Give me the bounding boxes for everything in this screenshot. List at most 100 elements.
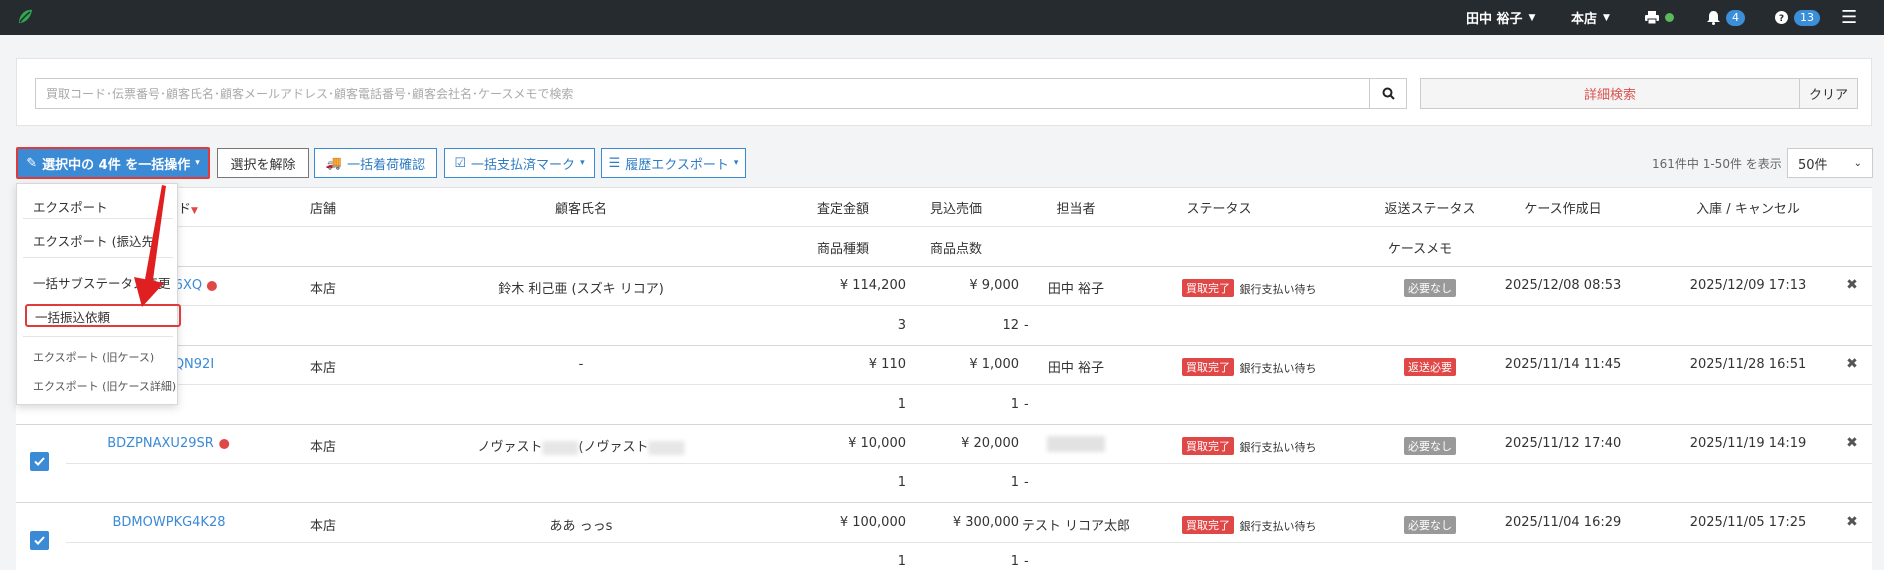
assess-cell: ¥ 10,000 [848, 436, 906, 451]
edit-icon: ✎ [26, 155, 38, 171]
notifications-button[interactable]: 4 [1707, 0, 1745, 35]
status-badge: 買取完了 [1182, 279, 1234, 297]
case-code-link[interactable]: BDMOWPKG4K28 [112, 515, 225, 530]
divider [66, 463, 1872, 464]
header-assess: 査定金額 [816, 202, 870, 217]
store-name: 本店 [1571, 12, 1598, 27]
status-badge: 買取完了 [1182, 516, 1234, 534]
item-count-cell: 1 [1010, 554, 1019, 569]
search-panel: 買取コード･伝票番号･顧客氏名･顧客メールアドレス･顧客電話番号･顧客会社名･ケ… [16, 58, 1872, 126]
divider [16, 226, 1872, 227]
printer-status[interactable] [1645, 0, 1674, 35]
user-menu[interactable]: 田中 裕子 ▼ [1466, 0, 1535, 35]
notification-count-badge: 4 [1726, 9, 1745, 26]
result-count-text: 161件中 1-50件 を表示 [1652, 157, 1782, 171]
header-customer: 顧客氏名 [554, 202, 608, 217]
sale-cell: ¥ 1,000 [969, 357, 1019, 372]
hamburger-menu-icon[interactable]: ☰ [1841, 0, 1857, 35]
staff-cell: テスト リコア太郎 [1021, 519, 1131, 534]
divider [23, 336, 173, 337]
close-icon[interactable]: ✖ [1846, 356, 1858, 372]
chevron-down-icon: ▼ [1603, 12, 1610, 23]
substatus-text: 銀行支払い待ち [1239, 283, 1317, 296]
bulk-arrival-label: 一括着荷確認 [347, 157, 426, 173]
header-item-types: 商品種類 [816, 242, 870, 257]
return-status-badge: 返送必要 [1404, 358, 1456, 376]
per-page-select[interactable]: 50件 ⌄ [1787, 148, 1873, 178]
customer-cell: 鈴木 利己亜 (スズキ リコア) [498, 282, 664, 297]
bulk-arrival-confirm-button[interactable]: 🚚 一括着荷確認 [314, 148, 437, 178]
header-staff: 担当者 [1056, 202, 1096, 217]
divider [66, 305, 1872, 306]
deselect-button[interactable]: 選択を解除 [217, 148, 309, 178]
caret-down-icon: ▾ [195, 158, 200, 168]
bulk-paid-mark-button[interactable]: ☑ 一括支払済マーク ▾ [444, 148, 595, 178]
item-count-cell: 1 [1010, 397, 1019, 412]
store-cell: 本店 [309, 361, 337, 376]
return-status-badge: 必要なし [1404, 279, 1456, 297]
status-badge: 買取完了 [1182, 437, 1234, 455]
sale-cell: ¥ 20,000 [961, 436, 1019, 451]
detailed-search-button[interactable]: 詳細検索 [1420, 78, 1800, 109]
bulk-paid-label: 一括支払済マーク [471, 157, 576, 173]
substatus-text: 銀行支払い待ち [1239, 520, 1317, 533]
alert-dot [207, 280, 218, 291]
checkmark-icon [34, 457, 45, 466]
close-icon[interactable]: ✖ [1846, 277, 1858, 293]
sale-cell: ¥ 300,000 [952, 515, 1019, 530]
item-count-cell: 1 [1010, 475, 1019, 490]
memo-cell: - [1024, 475, 1029, 490]
close-icon[interactable]: ✖ [1846, 514, 1858, 530]
created-date-cell: 2025/12/08 08:53 [1504, 278, 1622, 293]
case-code-link[interactable]: QN92I [174, 357, 214, 372]
per-page-value: 50件 [1798, 157, 1828, 173]
staff-cell-redacted [1047, 436, 1105, 452]
header-code[interactable]: ド▼ [178, 198, 198, 217]
store-cell: 本店 [309, 519, 337, 534]
return-status-badge: 必要なし [1404, 516, 1456, 534]
menu-item-bulk-transfer-request[interactable]: 一括振込依頼 [35, 307, 110, 326]
assess-cell: ¥ 110 [868, 357, 906, 372]
store-cell: 本店 [309, 282, 337, 297]
item-types-cell: 1 [897, 397, 906, 412]
substatus-text: 銀行支払い待ち [1239, 441, 1317, 454]
history-export-button[interactable]: ☰ 履歴エクスポート ▾ [601, 148, 746, 178]
header-item-count: 商品点数 [929, 242, 983, 257]
alert-dot [218, 438, 229, 449]
bulk-operation-button[interactable]: ✎ 選択中の 4件 を一括操作 ▾ [16, 147, 210, 179]
memo-cell: - [1024, 554, 1029, 569]
help-button[interactable]: ? 13 [1775, 0, 1820, 35]
search-input[interactable]: 買取コード･伝票番号･顧客氏名･顧客メールアドレス･顧客電話番号･顧客会社名･ケ… [35, 78, 1370, 109]
inout-date-cell: 2025/11/19 14:19 [1689, 436, 1807, 451]
chevron-down-icon: ▼ [1528, 12, 1536, 23]
staff-cell: 田中 裕子 [1047, 361, 1105, 376]
user-name: 田中 裕子 [1466, 12, 1523, 27]
divider [66, 384, 1872, 385]
red-arrow-annotation [134, 185, 166, 307]
app-logo[interactable] [14, 6, 36, 28]
close-icon[interactable]: ✖ [1846, 435, 1858, 451]
header-sale: 見込売価 [929, 202, 983, 217]
row-checkbox[interactable] [30, 531, 49, 550]
customer-cell: - [578, 357, 584, 372]
row-checkbox[interactable] [30, 452, 49, 471]
menu-item-export[interactable]: エクスポート [33, 197, 108, 216]
help-count-badge: 13 [1794, 9, 1820, 26]
case-code-link[interactable]: BDZPNAXU29SR [107, 436, 229, 451]
assess-cell: ¥ 114,200 [839, 278, 906, 293]
clear-button[interactable]: クリア [1799, 78, 1858, 109]
status-badge: 買取完了 [1182, 358, 1234, 376]
menu-item-export-old-case[interactable]: エクスポート (旧ケース) [33, 349, 154, 365]
memo-cell: - [1024, 397, 1029, 412]
bell-icon [1707, 10, 1720, 25]
header-memo: ケースメモ [1387, 242, 1453, 257]
bulk-operation-label: 選択中の 4件 を一括操作 [42, 157, 191, 173]
question-circle-icon: ? [1775, 11, 1788, 24]
search-button[interactable] [1369, 78, 1407, 109]
menu-item-export-old-case-detail[interactable]: エクスポート (旧ケース詳細) [33, 378, 176, 394]
header-inout: 入庫 / キャンセル [1696, 202, 1800, 217]
customer-cell: ノヴァスト (ノヴァスト [477, 436, 685, 455]
store-menu[interactable]: 本店 ▼ [1571, 0, 1610, 35]
list-icon: ☰ [608, 155, 621, 171]
divider [16, 266, 1872, 267]
